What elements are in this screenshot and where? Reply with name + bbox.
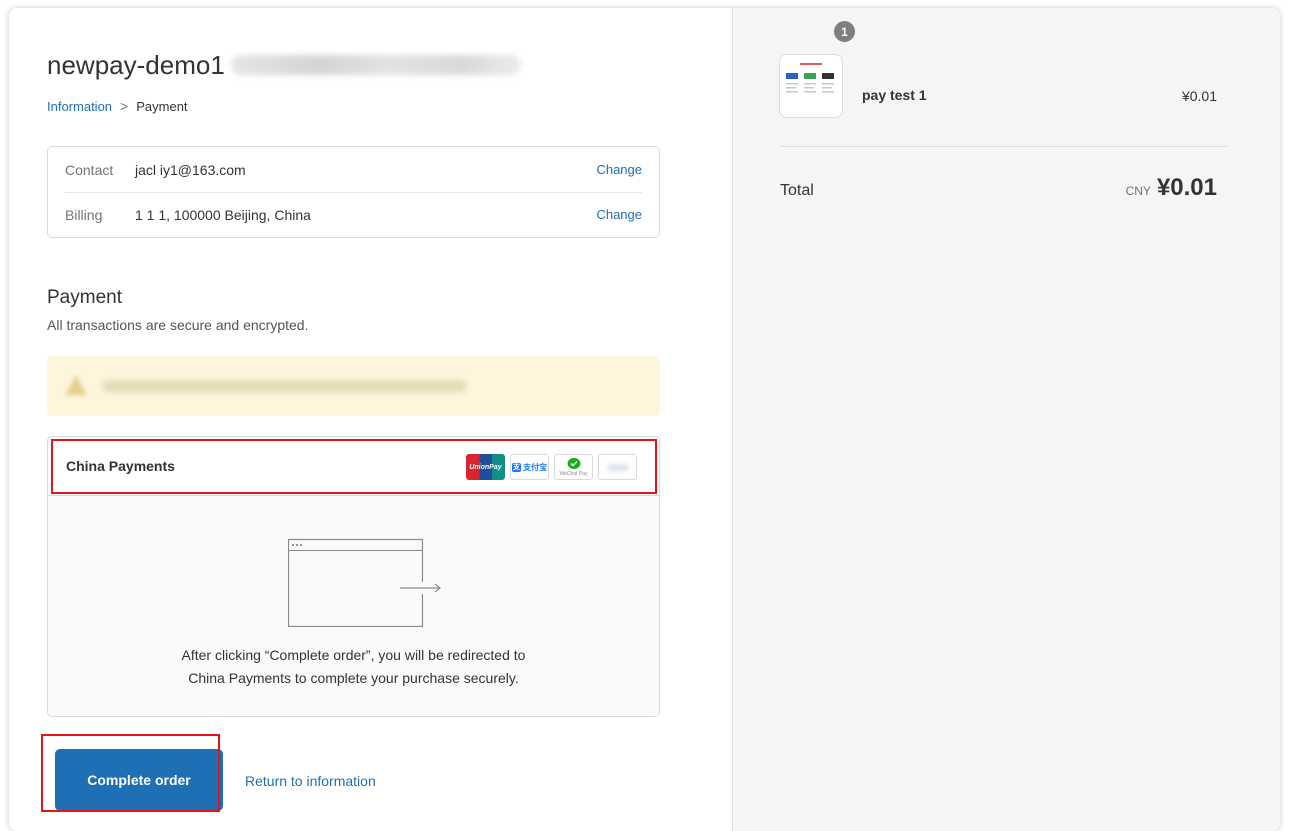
- redirect-info-panel: After clicking “Complete order”, you wil…: [48, 496, 659, 716]
- breadcrumb-chevron-icon: >: [120, 98, 129, 114]
- product-image: [786, 63, 834, 93]
- total-amount-group: CNY ¥0.01: [1126, 174, 1217, 202]
- wechat-pay-icon: WeChat Pay: [554, 454, 593, 480]
- breadcrumb: Information > Payment: [47, 98, 188, 114]
- checkout-window: newpay-demo1 Information > Payment Conta…: [9, 8, 1280, 831]
- product-price: ¥0.01: [1181, 88, 1217, 104]
- quantity-badge: 1: [834, 21, 855, 42]
- change-billing-link[interactable]: Change: [596, 207, 642, 222]
- return-to-information-link[interactable]: Return to information: [245, 773, 376, 789]
- unionpay-label: UnionPay: [469, 463, 502, 471]
- total-label: Total: [780, 182, 814, 199]
- notice-text-redacted: [102, 380, 467, 392]
- redirect-message-line-2: China Payments to complete your purchase…: [188, 670, 519, 686]
- review-row-contact: Contact jacl iy1@163.com Change: [65, 147, 642, 193]
- total-currency: CNY: [1125, 184, 1151, 198]
- review-row-billing: Billing 1 1 1, 100000 Beijing, China Cha…: [65, 192, 642, 237]
- unionpay-icon: UnionPay: [466, 454, 505, 480]
- order-summary-sidebar: [732, 8, 1280, 831]
- breadcrumb-current: Payment: [136, 98, 188, 114]
- payment-method-box: China Payments UnionPay 支 支付宝 WeChat Pay: [47, 436, 660, 717]
- total-amount: ¥0.01: [1156, 174, 1217, 201]
- product-thumbnail: [779, 54, 843, 118]
- contact-value: jacl iy1@163.com: [135, 161, 246, 178]
- product-name: pay test 1: [862, 87, 927, 103]
- redirect-browser-icon: [288, 538, 441, 627]
- redirect-message: After clicking “Complete order”, you wil…: [48, 644, 659, 690]
- more-methods-icon: [598, 454, 637, 480]
- payment-icons: UnionPay 支 支付宝 WeChat Pay: [466, 454, 637, 480]
- billing-label: Billing: [65, 206, 103, 223]
- test-mode-notice: [47, 356, 660, 416]
- warning-icon: [65, 375, 87, 395]
- store-title: newpay-demo1: [47, 48, 521, 82]
- alipay-icon: 支 支付宝: [510, 454, 549, 480]
- wechat-pay-label: WeChat Pay: [559, 470, 588, 477]
- redirect-message-line-1: After clicking “Complete order”, you wil…: [181, 647, 526, 663]
- alipay-badge: 支: [512, 462, 521, 472]
- payment-section-title: Payment: [47, 287, 122, 308]
- store-password-redacted: [230, 55, 521, 75]
- wechat-bubble-icon: [567, 457, 580, 469]
- review-block: Contact jacl iy1@163.com Change Billing …: [47, 146, 660, 238]
- complete-order-button[interactable]: Complete order: [55, 749, 223, 811]
- breadcrumb-information-link[interactable]: Information: [47, 99, 112, 114]
- contact-label: Contact: [65, 161, 114, 178]
- payment-section-subtitle: All transactions are secure and encrypte…: [47, 317, 309, 333]
- summary-divider: [780, 146, 1227, 147]
- change-contact-link[interactable]: Change: [596, 162, 642, 177]
- billing-value: 1 1 1, 100000 Beijing, China: [135, 206, 311, 223]
- alipay-label: 支付宝: [523, 462, 547, 472]
- payment-method-name: China Payments: [66, 458, 175, 474]
- payment-method-china-payments[interactable]: China Payments UnionPay 支 支付宝 WeChat Pay: [48, 437, 659, 496]
- store-name: newpay-demo1: [47, 49, 225, 80]
